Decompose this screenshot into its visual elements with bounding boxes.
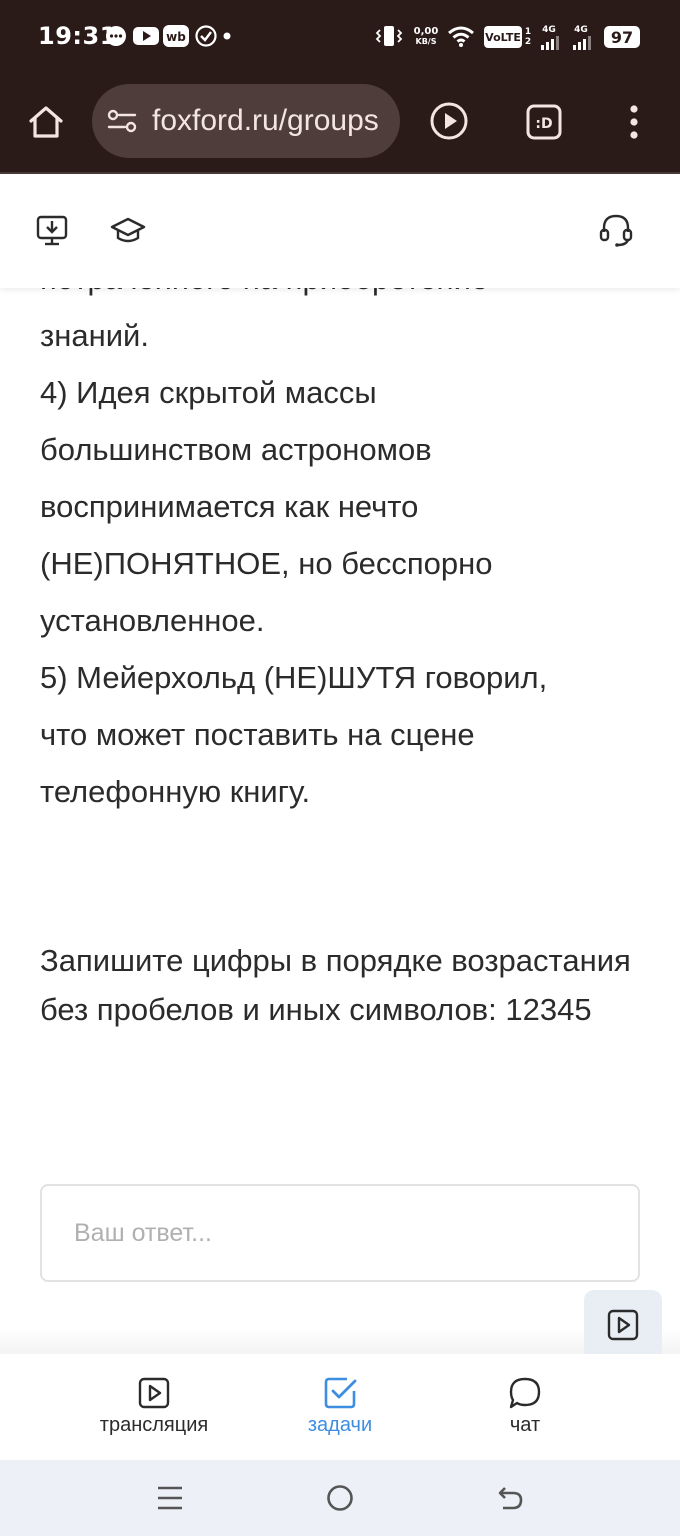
task-line: знаний. (40, 318, 149, 353)
video-toggle-button[interactable] (584, 1290, 662, 1354)
home-circle-icon[interactable] (320, 1478, 360, 1518)
url-text: foxford.ru/groups (152, 104, 379, 137)
net-speed: 0,00 KB/S (413, 26, 439, 47)
address-bar[interactable]: foxford.ru/groups (92, 84, 400, 158)
bottom-tab-bar: трансляция задачи чат (0, 1354, 680, 1460)
battery-indicator: 97 (604, 26, 640, 48)
content-divider (0, 1328, 680, 1354)
tab-tasks[interactable]: задачи (250, 1354, 430, 1460)
dot-icon (222, 24, 232, 48)
browser-toolbar: foxford.ru/groups :D (0, 72, 680, 174)
play-circle-icon[interactable] (428, 100, 470, 142)
task-line: 4) Идея скрытой массы (40, 375, 377, 410)
signal-icon-2 (572, 36, 594, 50)
youtube-icon (133, 24, 159, 48)
tab-label: трансляция (99, 1414, 209, 1436)
system-navigation-bar (0, 1460, 680, 1536)
extension-icon[interactable]: :D (524, 102, 564, 142)
svg-text:wb: wb (166, 30, 186, 44)
volte-badge: VoLTE (484, 26, 522, 48)
home-icon[interactable] (26, 102, 66, 142)
signal-icon-1 (540, 36, 562, 50)
graduation-cap-icon[interactable] (110, 212, 146, 248)
svg-text::D: :D (535, 116, 552, 132)
network-4g-2: 4G (574, 25, 588, 35)
menu-icon[interactable] (150, 1478, 190, 1518)
tab-label: задачи (307, 1414, 373, 1436)
vibrate-icon (374, 24, 404, 48)
wildberries-icon: wb (163, 24, 189, 48)
task-line: большинством астрономов (40, 432, 432, 467)
task-line: потраченного на приобретение (40, 288, 660, 307)
site-header (0, 174, 680, 288)
back-icon[interactable] (490, 1478, 530, 1518)
tab-chat[interactable]: чат (435, 1354, 615, 1460)
task-line: телефонную книгу. (40, 774, 311, 809)
task-line: установленное. (40, 603, 265, 638)
play-square-icon (64, 1376, 244, 1410)
task-line: воспринимается как нечто (40, 489, 419, 524)
chat-notification-icon (104, 24, 128, 48)
tab-label: чат (509, 1414, 541, 1436)
task-line: 5) Мейерхольд (НЕ)ШУТЯ говорил, (40, 660, 548, 695)
task-line: что может поставить на сцене (40, 717, 475, 752)
task-line: (НЕ)ПОНЯТНОЕ, но бесспорно (40, 546, 493, 581)
status-bar: 19:31 wb 0,00 KB/S VoLTE 1 2 4G 4G 97 (0, 0, 680, 72)
task-instruction: Запишите цифры в порядке возрастания без… (40, 943, 631, 1027)
chat-bubble-icon (435, 1376, 615, 1410)
network-4g-1: 4G (542, 25, 556, 35)
more-menu-icon[interactable] (620, 102, 648, 142)
download-icon[interactable] (34, 212, 70, 248)
headset-support-icon[interactable] (598, 212, 634, 248)
task-content: потраченного на приобретение знаний. 4) … (0, 288, 680, 1354)
check-circle-icon (194, 24, 218, 48)
wifi-icon (446, 24, 476, 48)
play-square-icon (607, 1309, 639, 1341)
tab-translation[interactable]: трансляция (64, 1354, 244, 1460)
answer-input[interactable]: Ваш ответ... (40, 1184, 640, 1282)
sim-indicator: 1 2 (524, 27, 532, 47)
task-text: потраченного на приобретение знаний. 4) … (40, 288, 660, 820)
site-settings-icon[interactable] (106, 108, 138, 134)
check-square-icon (250, 1376, 430, 1410)
